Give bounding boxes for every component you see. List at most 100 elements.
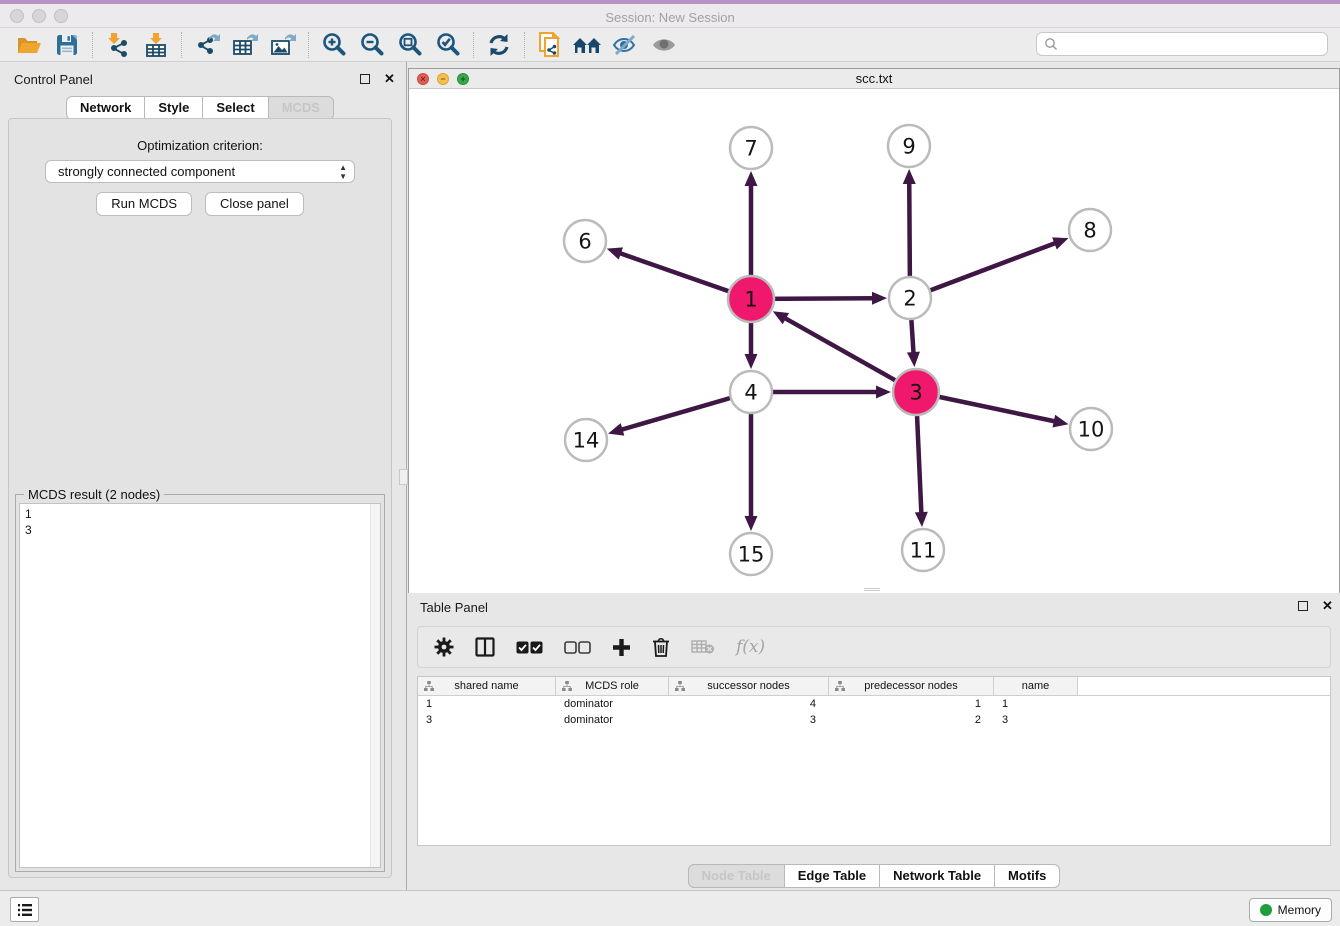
export-network-icon (193, 32, 221, 58)
window-title: Session: New Session (0, 8, 1340, 28)
cell-mcds-role[interactable]: dominator (556, 712, 669, 728)
table-body: 1dominator4113dominator323 (418, 696, 1330, 728)
column-header-predecessor-nodes[interactable]: predecessor nodes (829, 677, 994, 695)
import-network-button[interactable] (99, 30, 137, 60)
graph-edge-arrowhead (745, 516, 758, 531)
save-session-button[interactable] (48, 30, 86, 60)
open-session-button[interactable] (10, 30, 48, 60)
column-header-name[interactable]: name (994, 677, 1078, 695)
task-history-button[interactable] (10, 897, 39, 922)
show-columns-button[interactable] (475, 637, 495, 657)
graph-node-label-3: 3 (909, 381, 922, 405)
delete-table-button[interactable] (691, 639, 715, 655)
zoom-in-button[interactable] (315, 30, 353, 60)
graph-edge-2-8[interactable] (910, 242, 1057, 298)
column-header-successor-nodes[interactable]: successor nodes (669, 677, 829, 695)
delete-row-button[interactable] (652, 637, 670, 657)
unchecked-boxes-icon (564, 641, 591, 654)
cell-name[interactable]: 1 (994, 696, 1078, 712)
network-view-window: × − + scc.txt 7968124314101511 (408, 68, 1340, 593)
column-tree-icon (675, 681, 685, 691)
import-table-icon (143, 32, 169, 58)
network-window-title: scc.txt (409, 69, 1339, 89)
copy-network-view-button[interactable] (531, 30, 569, 60)
graph-node-label-15: 15 (738, 543, 765, 567)
cell-name[interactable]: 3 (994, 712, 1078, 728)
memory-button[interactable]: Memory (1249, 898, 1332, 922)
add-row-button[interactable] (612, 638, 631, 657)
application-window: Session: New Session (0, 0, 1340, 926)
gear-icon (434, 637, 454, 657)
optimization-criterion-label: Optimization criterion: (9, 138, 391, 153)
network-resize-grip[interactable] (864, 588, 880, 592)
cell-successor-nodes[interactable]: 4 (669, 696, 829, 712)
run-mcds-button[interactable]: Run MCDS (96, 192, 192, 216)
control-panel-float-icon[interactable] (360, 74, 370, 84)
graph-node-label-1: 1 (744, 288, 757, 312)
cell-predecessor-nodes[interactable]: 2 (829, 712, 994, 728)
toolbar-separator (92, 32, 93, 58)
home-layout-button[interactable] (569, 30, 607, 60)
zoom-fit-button[interactable] (391, 30, 429, 60)
column-header-shared-name[interactable]: shared name (418, 677, 556, 695)
checked-boxes-icon (516, 641, 543, 654)
tab-edge-table[interactable]: Edge Table (785, 864, 880, 888)
panel-divider-grip[interactable] (399, 469, 408, 485)
criterion-dropdown[interactable]: strongly connected component ▲▼ (45, 160, 355, 183)
mcds-panel: Optimization criterion: strongly connect… (8, 118, 392, 878)
toolbar-separator (181, 32, 182, 58)
table-settings-button[interactable] (434, 637, 454, 657)
tab-mcds[interactable]: MCDS (269, 96, 334, 120)
tab-motifs[interactable]: Motifs (995, 864, 1060, 888)
export-image-button[interactable] (264, 30, 302, 60)
network-window-titlebar[interactable]: × − + scc.txt (409, 69, 1339, 89)
table-row-1[interactable]: 3dominator323 (418, 712, 1330, 728)
table-row-0[interactable]: 1dominator411 (418, 696, 1330, 712)
column-header-mcds-role[interactable]: MCDS role (556, 677, 669, 695)
graph-edge-arrowhead (876, 386, 891, 399)
export-table-button[interactable] (226, 30, 264, 60)
import-table-button[interactable] (137, 30, 175, 60)
tab-node-table[interactable]: Node Table (688, 864, 785, 888)
save-floppy-icon (55, 33, 79, 57)
tab-style[interactable]: Style (145, 96, 203, 120)
control-panel-close-icon[interactable]: ✕ (384, 74, 395, 84)
toolbar-separator (473, 32, 474, 58)
columns-icon (475, 637, 495, 657)
tab-network[interactable]: Network (66, 96, 145, 120)
graph-node-label-8: 8 (1083, 219, 1096, 243)
graph-edge-arrowhead (907, 352, 920, 367)
column-header-label: successor nodes (707, 680, 790, 692)
export-network-button[interactable] (188, 30, 226, 60)
hide-selected-button[interactable] (607, 30, 645, 60)
zoom-out-button[interactable] (353, 30, 391, 60)
cell-predecessor-nodes[interactable]: 1 (829, 696, 994, 712)
close-panel-button[interactable]: Close panel (205, 192, 304, 216)
zoom-selected-button[interactable] (429, 30, 467, 60)
table-panel-close-icon[interactable]: ✕ (1322, 601, 1333, 611)
function-builder-button[interactable]: f(x) (736, 637, 765, 657)
cell-shared-name[interactable]: 1 (418, 696, 556, 712)
cell-successor-nodes[interactable]: 3 (669, 712, 829, 728)
search-icon (1044, 37, 1058, 51)
search-field[interactable] (1036, 32, 1328, 56)
criterion-dropdown-value: strongly connected component (58, 164, 235, 179)
column-header-label: name (1022, 680, 1050, 692)
network-canvas[interactable]: 7968124314101511 (409, 90, 1339, 593)
cell-shared-name[interactable]: 3 (418, 712, 556, 728)
node-table: shared nameMCDS role successor nodes prede… (417, 676, 1331, 846)
tab-select[interactable]: Select (203, 96, 268, 120)
deselect-all-button[interactable] (564, 641, 591, 654)
tab-network-table[interactable]: Network Table (880, 864, 995, 888)
select-all-button[interactable] (516, 641, 543, 654)
show-all-button[interactable] (645, 30, 683, 60)
control-panel-tabs: NetworkStyleSelectMCDS (0, 96, 400, 120)
cell-mcds-role[interactable]: dominator (556, 696, 669, 712)
search-input[interactable] (1058, 34, 1327, 54)
status-bar: Memory (0, 890, 1340, 926)
refresh-button[interactable] (480, 30, 518, 60)
result-scrollbar[interactable] (370, 504, 380, 867)
table-tabs: Node TableEdge TableNetwork TableMotifs (408, 864, 1340, 888)
table-panel-float-icon[interactable] (1298, 601, 1308, 611)
mcds-result-text[interactable]: 1 3 (19, 503, 381, 868)
